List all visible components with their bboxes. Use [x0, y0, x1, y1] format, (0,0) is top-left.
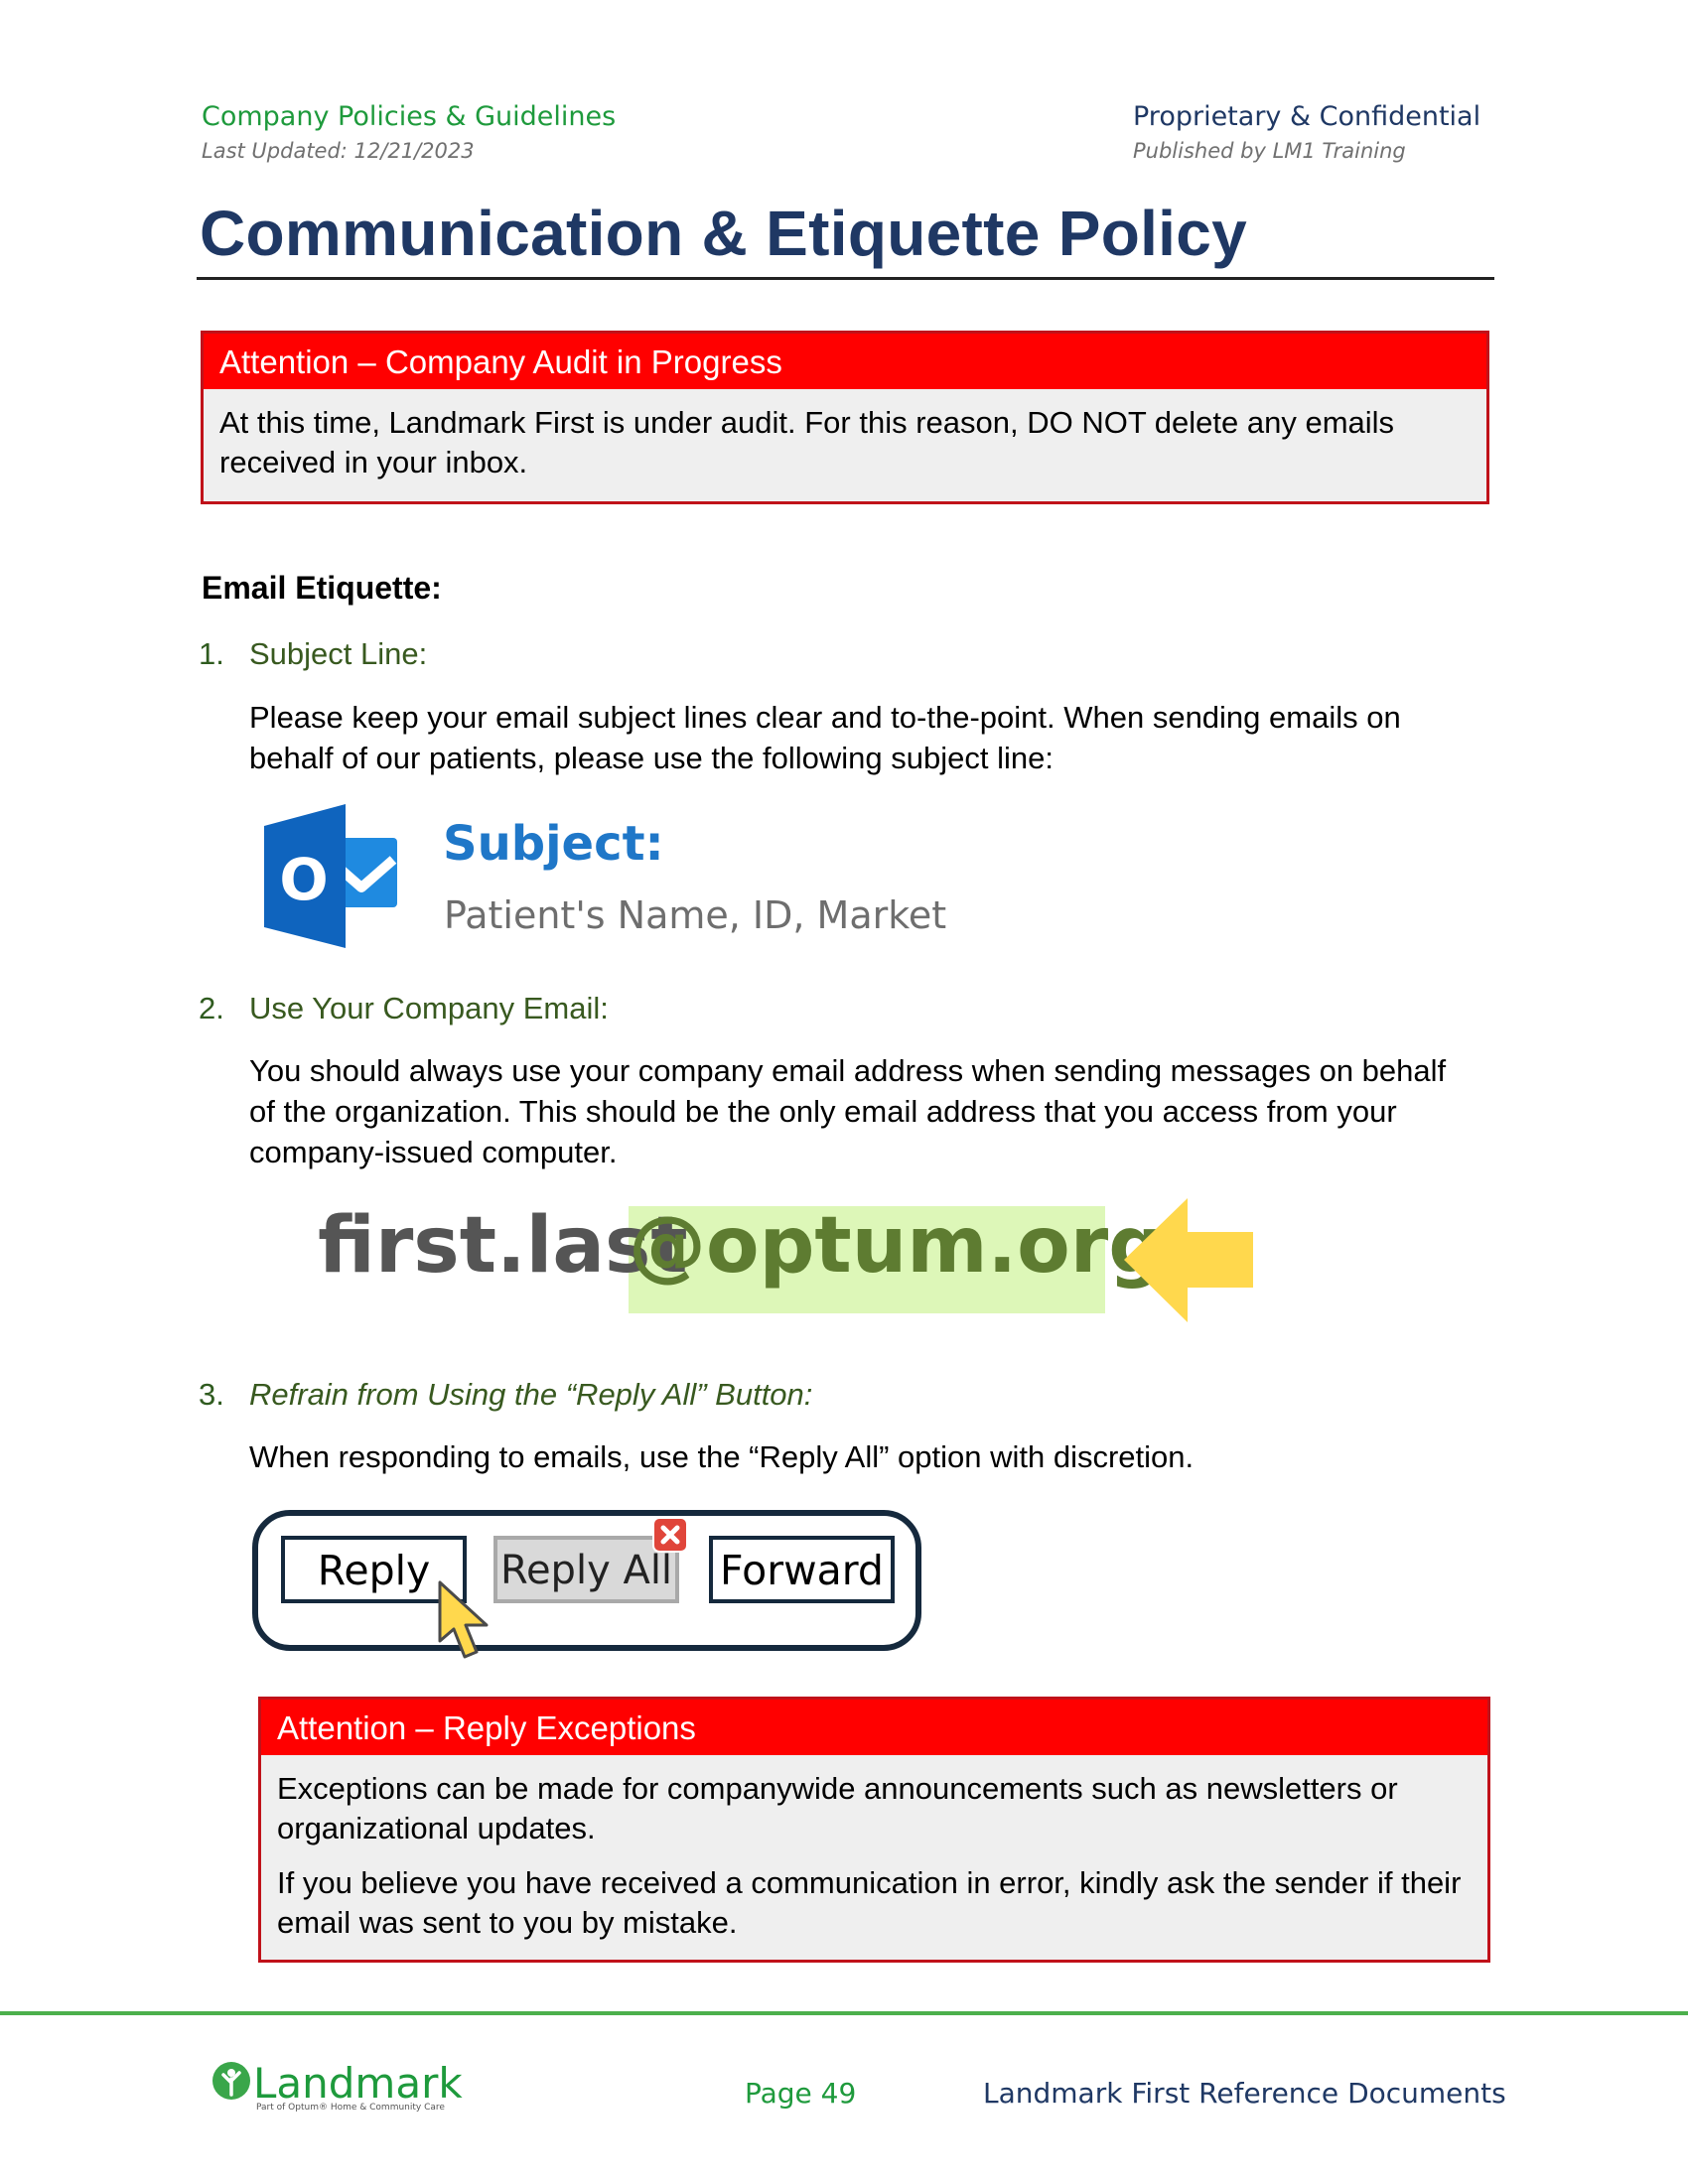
section-heading: Email Etiquette: — [202, 570, 442, 606]
outlook-icon-letter: O — [279, 846, 328, 913]
close-icon — [652, 1517, 688, 1553]
audit-alert-heading: Attention – Company Audit in Progress — [204, 334, 1486, 389]
item-1-text: Please keep your email subject lines cle… — [249, 700, 1401, 775]
email-domain: @optum.org — [629, 1201, 1165, 1291]
item-2-text: You should always use your company email… — [249, 1053, 1447, 1169]
reply-alert-body-1: Exceptions can be made for companywide a… — [277, 1771, 1398, 1845]
subject-label: Subject: — [443, 816, 664, 872]
header-published-by: Published by LM1 Training — [1133, 139, 1406, 163]
yellow-left-arrow-icon — [1124, 1198, 1253, 1322]
audit-alert-body: At this time, Landmark First is under au… — [219, 405, 1395, 479]
item-3-title: Refrain from Using the “Reply All” Butto… — [249, 1377, 813, 1412]
mouse-cursor-icon — [437, 1579, 494, 1661]
landmark-logo: Landmark — [253, 2059, 463, 2108]
title-divider — [197, 277, 1494, 280]
header-last-updated: Last Updated: 12/21/2023 — [202, 139, 475, 163]
page-title: Communication & Etiquette Policy — [200, 198, 1248, 269]
header-right-title: Proprietary & Confidential — [1133, 101, 1481, 132]
footer-divider — [0, 2011, 1688, 2015]
landmark-logo-tagline: Part of Optum® Home & Community Care — [256, 2103, 445, 2113]
item-1-number: 1. — [199, 636, 224, 671]
reply-all-button[interactable]: Reply All — [493, 1536, 679, 1603]
item-3-number: 3. — [199, 1377, 224, 1412]
reply-exceptions-alert-box: Attention – Reply Exceptions Exceptions … — [258, 1697, 1490, 1963]
outlook-icon: O — [264, 804, 408, 948]
reply-alert-heading: Attention – Reply Exceptions — [261, 1700, 1487, 1755]
header-left-title: Company Policies & Guidelines — [202, 101, 617, 132]
audit-alert-box: Attention – Company Audit in Progress At… — [201, 331, 1489, 504]
item-2-number: 2. — [199, 991, 224, 1025]
reply-alert-body-2: If you believe you have received a commu… — [277, 1865, 1462, 1940]
forward-button[interactable]: Forward — [709, 1536, 895, 1603]
landmark-logo-icon — [211, 2061, 251, 2101]
item-3-text: When responding to emails, use the “Repl… — [249, 1439, 1195, 1474]
item-2-title: Use Your Company Email: — [249, 991, 609, 1025]
subject-format: Patient's Name, ID, Market — [444, 893, 947, 937]
page-number: Page 49 — [745, 2077, 857, 2110]
footer-reference: Landmark First Reference Documents — [983, 2077, 1506, 2110]
item-1-title: Subject Line: — [249, 636, 428, 671]
